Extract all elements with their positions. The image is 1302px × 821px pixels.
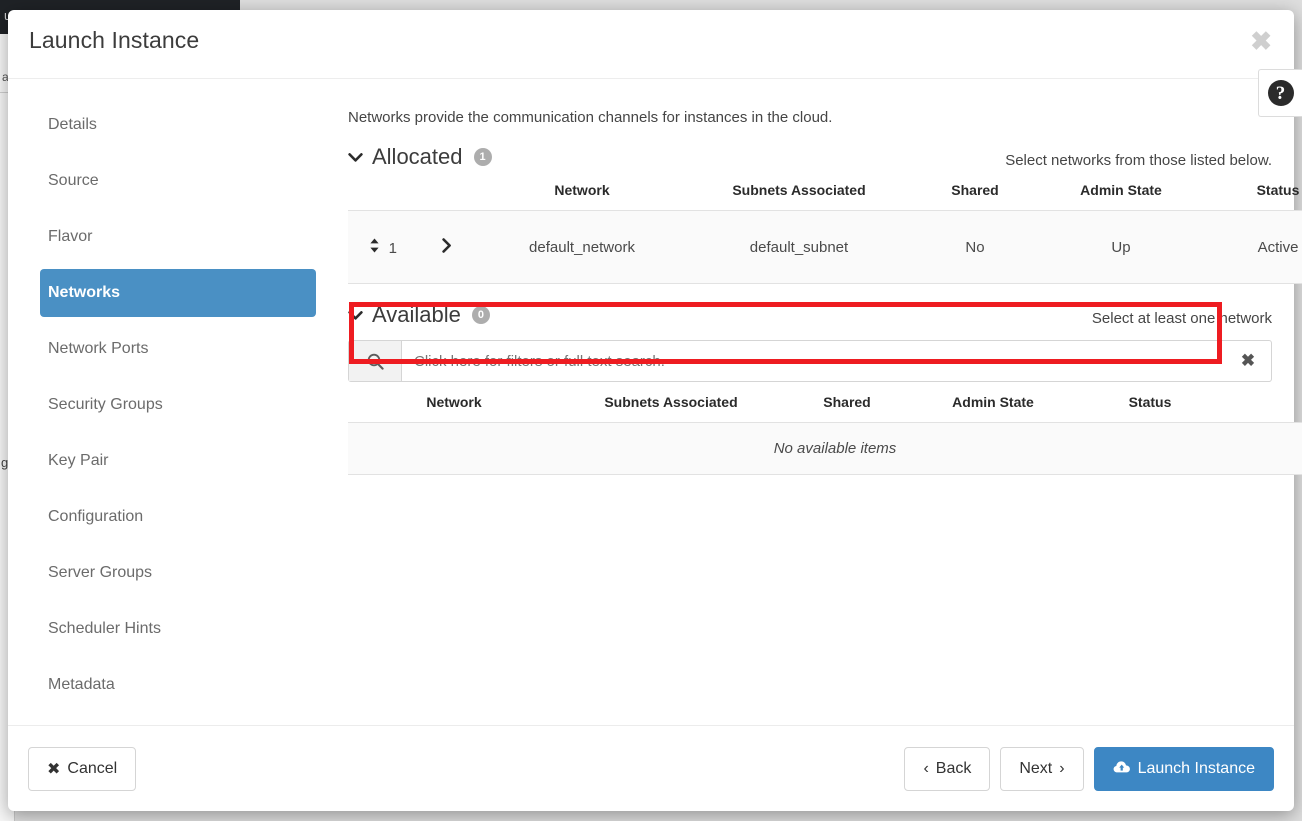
question-mark-icon: ? <box>1267 80 1294 106</box>
sidebar-item-label: Network Ports <box>48 340 149 357</box>
wizard-step-nav: Details Source Flavor Networks Network P… <box>8 79 348 725</box>
allocated-row-order: 1 <box>388 239 397 257</box>
allocated-cell-admin-state: Up <box>1040 210 1202 284</box>
available-th-admin-state[interactable]: Admin State <box>912 382 1074 423</box>
close-icon[interactable]: ✖ <box>1246 26 1276 56</box>
cancel-button[interactable]: ✖ Cancel <box>28 746 137 791</box>
search-input[interactable] <box>402 341 1225 381</box>
allocated-th-expand <box>418 170 476 211</box>
allocated-cell-order[interactable]: 1 <box>348 210 418 284</box>
available-title: Available <box>372 302 461 327</box>
cloud-upload-icon <box>1113 760 1131 778</box>
sidebar-item-source[interactable]: Source <box>40 157 316 205</box>
chevron-right-icon[interactable] <box>442 237 452 257</box>
modal-body: Details Source Flavor Networks Network P… <box>8 79 1302 725</box>
sidebar-item-label: Server Groups <box>48 564 153 581</box>
available-th-status[interactable]: Status <box>1074 382 1226 423</box>
chevron-left-icon: ‹ <box>923 759 929 777</box>
cancel-icon: ✖ <box>47 760 61 778</box>
sidebar-item-networks[interactable]: Networks <box>40 269 316 317</box>
launch-instance-modal: Launch Instance ✖ ? Details Source Flavo… <box>8 10 1302 811</box>
step-description: Networks provide the communication chann… <box>348 109 833 126</box>
back-button-label: Back <box>935 759 972 777</box>
available-count-badge: 0 <box>471 306 490 324</box>
available-th-shared[interactable]: Shared <box>782 382 912 423</box>
sidebar-item-details[interactable]: Details <box>40 101 316 149</box>
available-networks-table: Network Subnets Associated Shared Admin … <box>348 382 1302 475</box>
available-hint: Select at least one network <box>1091 310 1272 327</box>
chevron-right-icon: › <box>1059 759 1065 777</box>
allocated-cell-status: Active <box>1202 210 1302 284</box>
cancel-button-label: Cancel <box>67 759 118 777</box>
sidebar-item-label: Key Pair <box>48 452 109 469</box>
available-th-subnets[interactable]: Subnets Associated <box>560 382 782 423</box>
allocated-section-header: Allocated 1 Select networks from those l… <box>348 144 1272 170</box>
allocated-th-network[interactable]: Network <box>476 170 688 211</box>
available-search-bar[interactable]: ✖ <box>348 340 1272 382</box>
empty-state-row: No available items <box>348 422 1302 475</box>
next-button[interactable]: Next › <box>1000 746 1084 791</box>
help-button[interactable]: ? <box>1258 69 1302 117</box>
sidebar-item-flavor[interactable]: Flavor <box>40 213 316 261</box>
empty-state-message: No available items <box>348 422 1302 475</box>
back-button[interactable]: ‹ Back <box>904 746 991 791</box>
allocated-th-admin-state[interactable]: Admin State <box>1040 170 1202 211</box>
allocated-th-shared[interactable]: Shared <box>910 170 1040 211</box>
sidebar-item-metadata[interactable]: Metadata <box>40 661 316 709</box>
allocated-cell-subnets: default_subnet <box>688 210 910 284</box>
networks-step-panel: Networks provide the communication chann… <box>348 79 1302 725</box>
launch-instance-button[interactable]: Launch Instance <box>1093 746 1274 791</box>
modal-header: Launch Instance ✖ <box>8 10 1294 79</box>
allocated-table-body: 1 default_network default_subnet No Up A… <box>348 210 1302 284</box>
available-table-head: Network Subnets Associated Shared Admin … <box>348 382 1302 423</box>
launch-instance-button-label: Launch Instance <box>1137 759 1255 777</box>
available-table-body: No available items <box>348 422 1302 475</box>
allocated-table-head: Network Subnets Associated Shared Admin … <box>348 170 1302 211</box>
available-header-row: Network Subnets Associated Shared Admin … <box>348 382 1302 423</box>
allocated-title: Allocated <box>372 144 463 169</box>
sidebar-item-label: Metadata <box>48 676 115 693</box>
sidebar-item-network-ports[interactable]: Network Ports <box>40 325 316 373</box>
sidebar-item-label: Scheduler Hints <box>48 620 161 637</box>
sidebar-item-key-pair[interactable]: Key Pair <box>40 437 316 485</box>
sidebar-item-server-groups[interactable]: Server Groups <box>40 549 316 597</box>
allocated-header-row: Network Subnets Associated Shared Admin … <box>348 170 1302 211</box>
sidebar-item-label: Configuration <box>48 508 144 525</box>
sort-handle-icon[interactable] <box>369 238 384 256</box>
sidebar-item-label: Flavor <box>48 228 93 245</box>
allocated-hint: Select networks from those listed below. <box>1005 152 1272 169</box>
allocated-count-badge: 1 <box>473 148 492 166</box>
available-section-header: Available 0 Select at least one network <box>348 302 1272 328</box>
allocated-cell-shared: No <box>910 210 1040 284</box>
next-button-label: Next <box>1019 759 1053 777</box>
clear-search-icon[interactable]: ✖ <box>1225 341 1271 381</box>
page-title: Launch Instance <box>29 27 200 53</box>
allocated-th-order <box>348 170 418 211</box>
allocated-th-status[interactable]: Status <box>1202 170 1302 211</box>
sidebar-item-security-groups[interactable]: Security Groups <box>40 381 316 429</box>
allocated-th-subnets[interactable]: Subnets Associated <box>688 170 910 211</box>
chevron-down-icon[interactable] <box>348 149 363 166</box>
sidebar-item-label: Details <box>48 116 97 133</box>
available-th-action <box>1226 382 1302 423</box>
sidebar-item-label: Networks <box>48 284 121 301</box>
sidebar-item-label: Source <box>48 172 99 189</box>
sidebar-item-configuration[interactable]: Configuration <box>40 493 316 541</box>
allocated-cell-expand[interactable] <box>418 210 476 284</box>
sidebar-item-scheduler-hints[interactable]: Scheduler Hints <box>40 605 316 653</box>
table-row[interactable]: 1 default_network default_subnet No Up A… <box>348 210 1302 284</box>
allocated-cell-network: default_network <box>476 210 688 284</box>
available-th-network[interactable]: Network <box>348 382 560 423</box>
allocated-networks-table: Network Subnets Associated Shared Admin … <box>348 170 1302 284</box>
chevron-down-icon[interactable] <box>348 307 363 324</box>
sidebar-item-label: Security Groups <box>48 396 163 413</box>
modal-footer: ✖ Cancel ‹ Back Next › Launch Instance <box>8 725 1294 811</box>
search-icon <box>349 341 402 381</box>
